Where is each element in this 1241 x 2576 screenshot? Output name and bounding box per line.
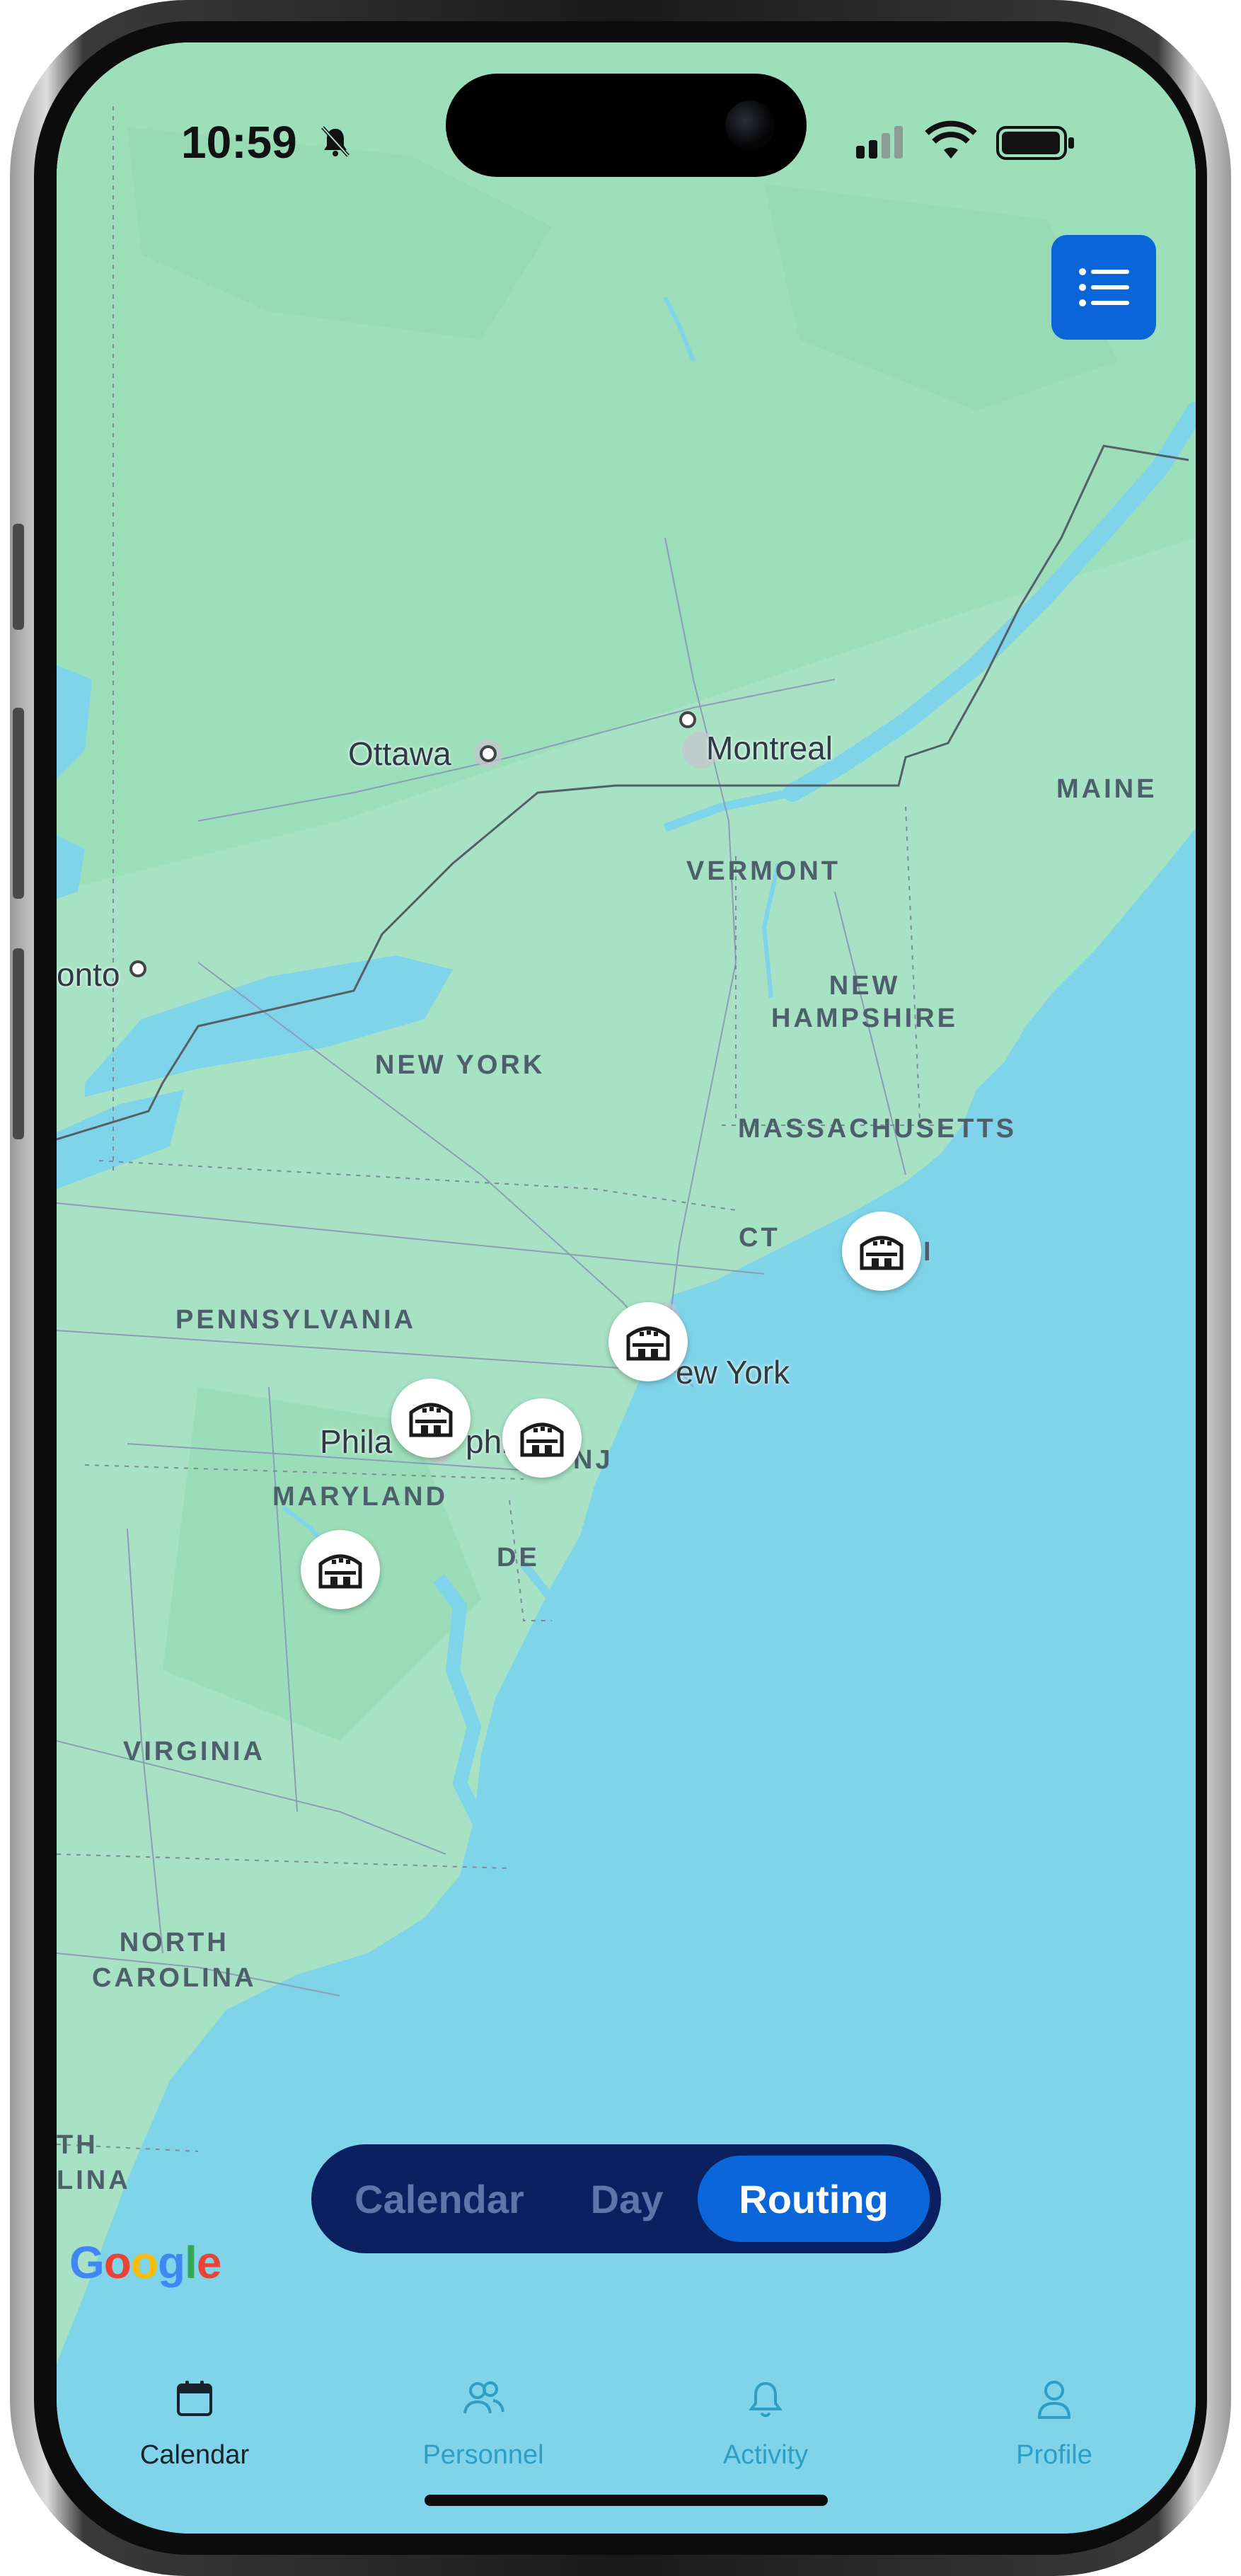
arena-icon (626, 1326, 670, 1361)
venue-pin[interactable] (842, 1212, 921, 1291)
tab-bar: Calendar Personnel Activity Profile (57, 2335, 1196, 2477)
region-label-vermont: VERMONT (686, 856, 841, 886)
tab-label: Calendar (139, 2440, 250, 2470)
arena-icon (318, 1554, 362, 1589)
arena-icon (860, 1236, 904, 1270)
tab-calendar[interactable]: Calendar (88, 2335, 301, 2477)
venue-pin[interactable] (608, 1302, 688, 1381)
view-option-routing[interactable]: Routing (698, 2156, 930, 2242)
volume-down-button (13, 948, 24, 1139)
wifi-icon (925, 120, 977, 159)
calendar-icon (175, 2379, 214, 2421)
volume-up-button (13, 708, 24, 899)
region-label-massachusetts: MASSACHUSETTS (738, 1114, 1017, 1144)
region-label-pennsylvania: PENNSYLVANIA (175, 1305, 417, 1335)
region-label-de: DE (497, 1543, 540, 1572)
view-option-day[interactable]: Day (556, 2156, 698, 2242)
bell-icon (746, 2379, 785, 2422)
tab-label: Activity (722, 2440, 809, 2470)
tab-label: Profile (1016, 2440, 1092, 2470)
people-icon (462, 2379, 504, 2421)
tab-activity[interactable]: Activity (659, 2335, 872, 2477)
home-indicator[interactable] (425, 2495, 828, 2506)
screen: 10:59 Ottawa Montreal onto ew York Phila… (57, 42, 1196, 2534)
tab-personnel[interactable]: Personnel (377, 2335, 589, 2477)
tab-label: Personnel (422, 2440, 544, 2470)
battery-icon (996, 126, 1074, 160)
venue-pin[interactable] (502, 1398, 582, 1478)
person-icon (1035, 2379, 1073, 2424)
google-attribution: Google (69, 2237, 221, 2288)
status-icons (856, 120, 1083, 166)
region-label-maryland: MARYLAND (272, 1482, 449, 1512)
cellular-signal-icon (856, 126, 903, 159)
tab-profile[interactable]: Profile (948, 2335, 1160, 2477)
action-button (13, 524, 24, 630)
region-label-north-carolina: NORTH CAROLINA (92, 1928, 257, 1993)
region-label-virginia: VIRGINIA (123, 1737, 265, 1766)
city-label-philadelphia: Phila (320, 1423, 393, 1460)
region-label-ct: CT (739, 1223, 780, 1253)
region-label-new-york: NEW YORK (375, 1050, 546, 1080)
city-label-ottawa: Ottawa (348, 735, 451, 772)
venue-pin[interactable] (391, 1379, 471, 1458)
bell-slash-icon (318, 125, 352, 162)
region-label-maine: MAINE (1056, 774, 1158, 804)
region-label-south-carolina: TH LINA (57, 2130, 131, 2195)
city-label-new-york-city: ew York (676, 1354, 790, 1391)
front-camera (725, 100, 775, 150)
status-time: 10:59 (181, 117, 297, 168)
list-view-button[interactable] (1051, 235, 1156, 340)
region-label-ri: I (923, 1237, 934, 1267)
city-label-toronto: onto (57, 956, 120, 993)
region-label-new-hampshire: NEW HAMPSHIRE (771, 971, 959, 1033)
view-switcher: Calendar Day Routing (311, 2144, 941, 2253)
city-label-montreal: Montreal (706, 730, 833, 766)
view-option-calendar[interactable]: Calendar (323, 2156, 556, 2242)
list-icon (1079, 268, 1129, 306)
arena-icon (409, 1403, 453, 1437)
arena-icon (520, 1422, 564, 1457)
venue-pin[interactable] (301, 1530, 380, 1609)
